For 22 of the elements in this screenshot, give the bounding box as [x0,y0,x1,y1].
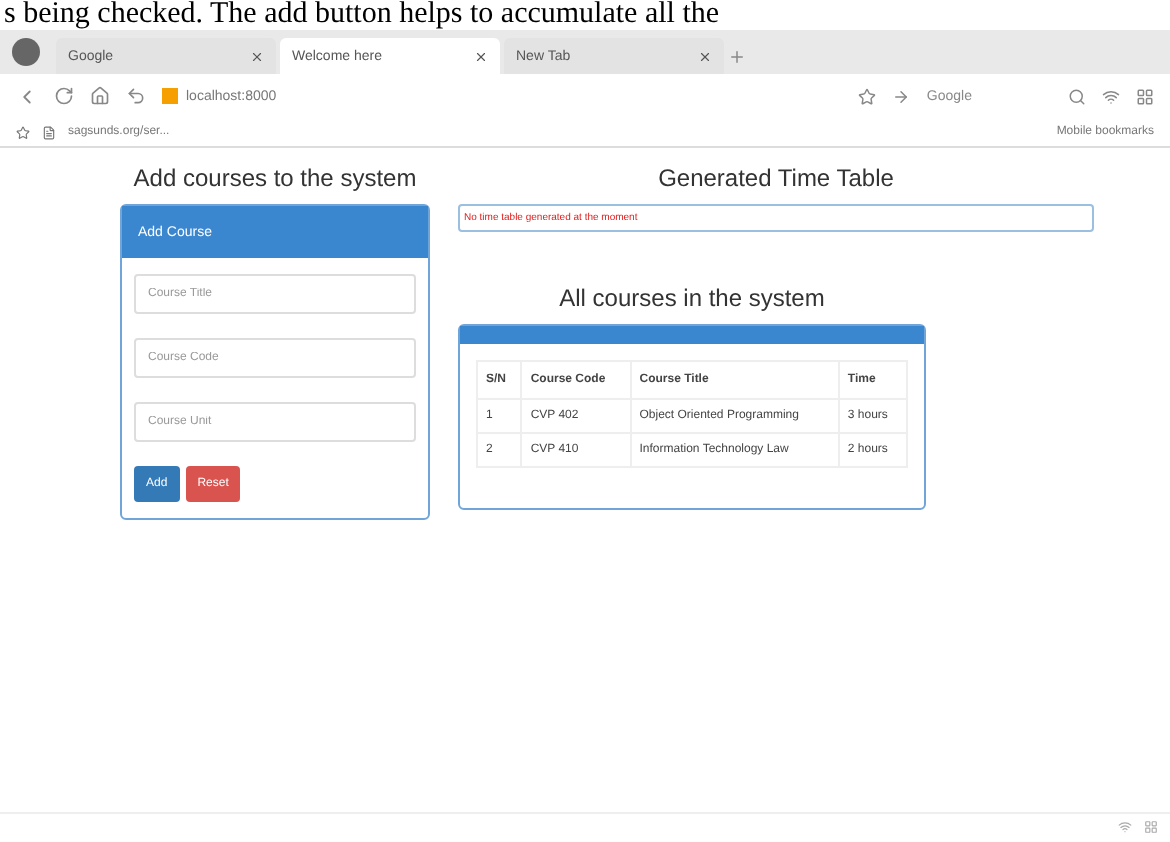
go-icon[interactable] [892,87,911,105]
home-icon[interactable] [90,86,110,106]
section-heading: Add courses to the system [131,164,419,192]
reload-icon[interactable] [54,86,74,106]
new-tab-icon[interactable] [728,48,746,66]
grid-icon[interactable] [1136,87,1154,105]
search-icon[interactable] [1068,87,1086,105]
star-icon[interactable] [858,87,877,105]
grid-icon [1144,819,1158,833]
wifi-icon[interactable] [1102,87,1120,105]
star-icon[interactable] [16,125,30,139]
close-icon[interactable] [698,49,712,63]
document-text: s being checked. The add button helps to accumulate all the [2,0,722,30]
close-icon[interactable] [474,49,488,63]
section-heading: All courses in the system [557,284,827,312]
favicon-icon [162,88,178,104]
undo-icon[interactable] [126,86,146,106]
section-heading: Generated Time Table [656,164,896,192]
page-icon [42,125,56,139]
network-icon [1118,819,1132,833]
close-icon[interactable] [250,49,264,63]
browser-logo-icon [12,38,40,66]
